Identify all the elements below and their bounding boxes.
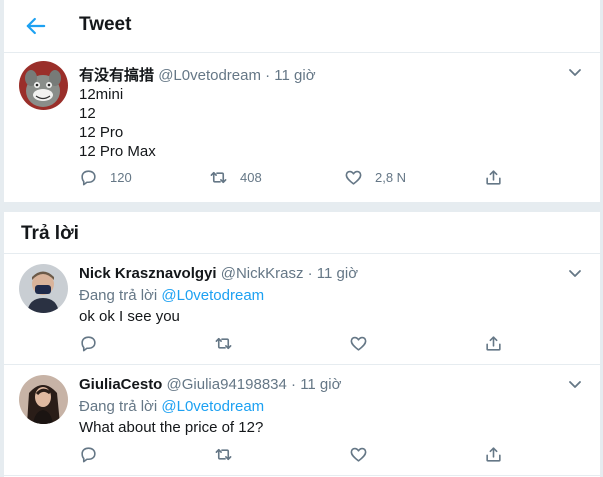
chevron-down-icon — [566, 63, 584, 81]
author-name[interactable]: Nick Krasznavolgyi — [79, 265, 217, 282]
retweet-icon — [214, 445, 233, 464]
divider — [4, 475, 600, 476]
reply-button[interactable] — [79, 334, 98, 353]
retweet-icon — [214, 334, 233, 353]
chevron-down-icon — [566, 375, 584, 393]
avatar-image — [19, 375, 68, 424]
tweet-text-line: 12 Pro — [79, 124, 124, 141]
reply-button[interactable] — [79, 445, 98, 464]
replying-to-link[interactable]: @L0vetodream — [161, 287, 264, 304]
share-button[interactable] — [484, 334, 503, 353]
reply-tweet[interactable]: Nick Krasznavolgyi @NickKrasz · 11 giờ Đ… — [4, 254, 600, 364]
retweet-count: 408 — [240, 170, 262, 185]
section-separator — [4, 202, 600, 212]
author-name[interactable]: 有没有搞措 — [79, 67, 154, 84]
tweet-menu-button[interactable] — [566, 375, 584, 393]
share-icon — [484, 168, 503, 187]
avatar[interactable] — [19, 264, 68, 313]
retweet-button[interactable] — [214, 445, 233, 464]
tweet-actions — [79, 445, 519, 467]
tweet-actions — [79, 334, 519, 356]
like-button[interactable] — [349, 445, 368, 464]
share-icon — [484, 445, 503, 464]
tweet-text-line: 12 — [79, 105, 96, 122]
replying-to-line: Đang trả lời @L0vetodream — [79, 397, 264, 416]
author-handle[interactable]: @NickKrasz — [221, 265, 304, 282]
share-icon — [484, 334, 503, 353]
heart-icon — [349, 445, 368, 464]
tweet-menu-button[interactable] — [566, 63, 584, 81]
tweet-time[interactable]: · 11 giờ — [287, 376, 341, 393]
like-button[interactable]: 2,8 N — [344, 168, 406, 187]
reply-icon — [79, 168, 98, 187]
avatar[interactable] — [19, 61, 68, 110]
retweet-button[interactable] — [214, 334, 233, 353]
page-header: Tweet — [4, 0, 600, 53]
like-button[interactable] — [349, 334, 368, 353]
replying-to-line: Đang trả lời @L0vetodream — [79, 286, 264, 305]
reply-tweet[interactable]: GiuliaCesto @Giulia94198834 · 11 giờ Đan… — [4, 365, 600, 475]
reply-text: What about the price of 12? — [79, 419, 264, 436]
tweet-text-line: 12mini — [79, 86, 124, 103]
replying-prefix: Đang trả lời — [79, 287, 162, 304]
avatar-image — [19, 61, 68, 110]
replies-heading: Trả lời — [21, 223, 79, 244]
tweet-time[interactable]: · 11 giờ — [261, 67, 315, 84]
main-tweet[interactable]: 有没有搞措 @L0vetodream · 11 giờ 12mini 12 12… — [4, 52, 600, 202]
share-button[interactable] — [484, 445, 503, 464]
page-title: Tweet — [79, 14, 132, 35]
tweet-actions: 120 408 2,8 N — [79, 168, 519, 190]
avatar[interactable] — [19, 375, 68, 424]
tweet-menu-button[interactable] — [566, 264, 584, 282]
reply-text: ok ok I see you — [79, 308, 180, 325]
tweet-author: 有没有搞措 @L0vetodream · 11 giờ — [79, 64, 316, 85]
share-button[interactable] — [484, 168, 503, 187]
author-name[interactable]: GiuliaCesto — [79, 376, 162, 393]
reply-icon — [79, 445, 98, 464]
replying-prefix: Đang trả lời — [79, 398, 162, 415]
author-handle[interactable]: @L0vetodream — [158, 67, 261, 84]
retweet-button[interactable]: 408 — [209, 168, 262, 187]
tweet-author: Nick Krasznavolgyi @NickKrasz · 11 giờ — [79, 265, 358, 282]
heart-icon — [344, 168, 363, 187]
tweet-author: GiuliaCesto @Giulia94198834 · 11 giờ — [79, 376, 341, 393]
tweet-time[interactable]: · 11 giờ — [303, 265, 358, 282]
timeline-column: Tweet 有没有搞措 @L0vetodream · 11 giờ 12mini… — [3, 0, 601, 477]
tweet-text-line: 12 Pro Max — [79, 143, 156, 160]
replying-to-link[interactable]: @L0vetodream — [161, 398, 264, 415]
like-count: 2,8 N — [375, 170, 407, 185]
chevron-down-icon — [566, 264, 584, 282]
reply-button[interactable]: 120 — [79, 168, 132, 187]
author-handle[interactable]: @Giulia94198834 — [167, 376, 287, 393]
retweet-icon — [209, 168, 228, 187]
back-button[interactable] — [22, 12, 50, 40]
heart-icon — [349, 334, 368, 353]
avatar-image — [19, 264, 68, 313]
reply-icon — [79, 334, 98, 353]
back-arrow-icon — [22, 12, 50, 40]
reply-count: 120 — [110, 170, 132, 185]
